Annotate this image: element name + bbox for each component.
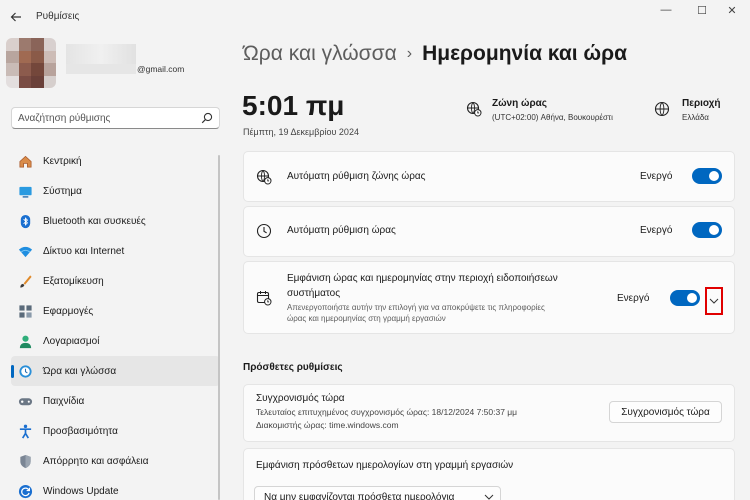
network-icon: [17, 243, 33, 259]
sidebar-item-network[interactable]: Δίκτυο και Internet: [11, 236, 220, 266]
clock-icon: [256, 223, 272, 239]
dropdown-selected-value: Να μην εμφανίζονται πρόσθετα ημερολόγια: [264, 492, 455, 500]
time-language-icon: [17, 363, 33, 379]
current-time: 5:01 πμ: [242, 90, 345, 121]
time-server-text: Διακομιστής ώρας: time.windows.com: [256, 420, 399, 430]
minimize-button[interactable]: —: [648, 3, 684, 17]
show-in-tray-label-line2: συστήματος: [287, 288, 341, 299]
last-sync-text: Τελευταίος επιτυχημένος συγχρονισμός ώρα…: [256, 407, 518, 417]
back-arrow-icon[interactable]: [6, 8, 26, 26]
globe-clock-icon: [256, 169, 272, 185]
search-box[interactable]: [11, 107, 220, 129]
sidebar-item-label: Δίκτυο και Internet: [43, 245, 125, 257]
sidebar-item-system[interactable]: Σύστημα: [11, 176, 220, 206]
sidebar-item-label: Σύστημα: [43, 185, 82, 197]
additional-calendars-label: Εμφάνιση πρόσθετων ημερολογίων στη γραμμ…: [256, 460, 514, 471]
page-title: Ημερομηνία και ώρα: [422, 42, 628, 65]
auto-timezone-state: Ενεργό: [640, 171, 673, 182]
show-in-tray-desc-line2: ώρας και ημερομηνίας στη γραμμή εργασιών: [287, 314, 446, 323]
search-icon[interactable]: [201, 112, 213, 124]
update-icon: [17, 483, 33, 499]
bluetooth-icon: [17, 213, 33, 229]
region-label: Περιοχή: [682, 98, 721, 109]
current-date: Πέμπτη, 19 Δεκεμβρίου 2024: [243, 127, 359, 137]
sidebar-item-time-language[interactable]: Ώρα και γλώσσα: [11, 356, 220, 386]
sidebar-item-apps[interactable]: Εφαρμογές: [11, 296, 220, 326]
brush-icon: [17, 273, 33, 289]
account-icon: [17, 333, 33, 349]
home-icon: [17, 153, 33, 169]
sidebar-item-home[interactable]: Κεντρική: [11, 146, 220, 176]
sidebar-item-label: Ώρα και γλώσσα: [43, 365, 117, 377]
show-in-tray-label-line1: Εμφάνιση ώρας και ημερομηνίας στην περιο…: [287, 273, 558, 284]
breadcrumb-separator: ›: [406, 45, 413, 62]
accessibility-icon: [17, 423, 33, 439]
sidebar-item-label: Windows Update: [43, 485, 119, 497]
account-email: @gmail.com: [66, 64, 184, 74]
show-in-tray-desc-line1: Απενεργοποιήστε αυτήν την επιλογή για να…: [287, 303, 545, 312]
timezone-label: Ζώνη ώρας: [492, 98, 547, 109]
sidebar-item-label: Εφαρμογές: [43, 305, 94, 317]
sidebar-item-label: Λογαριασμοί: [43, 335, 100, 347]
sync-now-button[interactable]: Συγχρονισμός τώρα: [609, 401, 722, 423]
calendar-clock-icon: [256, 291, 272, 306]
auto-time-toggle[interactable]: [692, 222, 722, 238]
globe-icon: [654, 101, 670, 117]
close-button[interactable]: ✕: [714, 3, 750, 17]
additional-calendars-dropdown[interactable]: Να μην εμφανίζονται πρόσθετα ημερολόγια: [254, 486, 501, 500]
sidebar-item-privacy-security[interactable]: Απόρρητο και ασφάλεια: [11, 446, 220, 476]
gaming-icon: [17, 393, 33, 409]
sidebar-item-label: Παιχνίδια: [43, 395, 85, 407]
sidebar-item-gaming[interactable]: Παιχνίδια: [11, 386, 220, 416]
sidebar-item-accounts[interactable]: Λογαριασμοί: [11, 326, 220, 356]
region-value: Ελλάδα: [682, 113, 709, 122]
auto-timezone-toggle[interactable]: [692, 168, 722, 184]
sidebar-item-windows-update[interactable]: Windows Update: [11, 476, 220, 500]
shield-icon: [17, 453, 33, 469]
app-title: Ρυθμίσεις: [36, 11, 80, 22]
show-in-tray-state: Ενεργό: [617, 293, 650, 304]
timezone-value: (UTC+02:00) Αθήνα, Βουκουρέστι: [492, 113, 613, 122]
auto-time-state: Ενεργό: [640, 225, 673, 236]
breadcrumb: Ώρα και γλώσσα › Ημερομηνία και ώρα: [243, 42, 627, 66]
sidebar-scrollbar[interactable]: [218, 155, 220, 500]
sidebar-nav: Κεντρική Σύστημα Bluetooth και συσκευές …: [11, 146, 220, 500]
title-bar: Ρυθμίσεις — ☐ ✕: [0, 0, 750, 34]
sync-title: Συγχρονισμός τώρα: [256, 393, 345, 404]
username-redacted: [66, 44, 136, 66]
auto-time-label: Αυτόματη ρύθμιση ώρας: [287, 225, 396, 236]
chevron-down-icon: [709, 298, 719, 304]
sidebar-item-accessibility[interactable]: Προσβασιμότητα: [11, 416, 220, 446]
system-icon: [17, 183, 33, 199]
globe-clock-icon: [466, 101, 482, 117]
sidebar-item-label: Προσβασιμότητα: [43, 425, 118, 437]
email-redacted: [66, 64, 136, 74]
breadcrumb-parent[interactable]: Ώρα και γλώσσα: [243, 42, 397, 66]
chevron-down-icon: [484, 494, 494, 500]
avatar[interactable]: [6, 38, 56, 88]
email-suffix: @gmail.com: [137, 64, 185, 74]
sidebar-item-bluetooth[interactable]: Bluetooth και συσκευές: [11, 206, 220, 236]
show-in-tray-toggle[interactable]: [670, 290, 700, 306]
sidebar-item-label: Κεντρική: [43, 155, 82, 167]
search-input[interactable]: [18, 111, 198, 126]
expand-button[interactable]: [705, 287, 723, 315]
sidebar-item-personalization[interactable]: Εξατομίκευση: [11, 266, 220, 296]
additional-settings-title: Πρόσθετες ρυθμίσεις: [243, 362, 343, 373]
sidebar-item-label: Εξατομίκευση: [43, 275, 104, 287]
sidebar-item-label: Απόρρητο και ασφάλεια: [43, 455, 149, 467]
sidebar-item-label: Bluetooth και συσκευές: [43, 215, 146, 227]
apps-icon: [17, 303, 33, 319]
auto-timezone-label: Αυτόματη ρύθμιση ζώνης ώρας: [287, 171, 426, 182]
